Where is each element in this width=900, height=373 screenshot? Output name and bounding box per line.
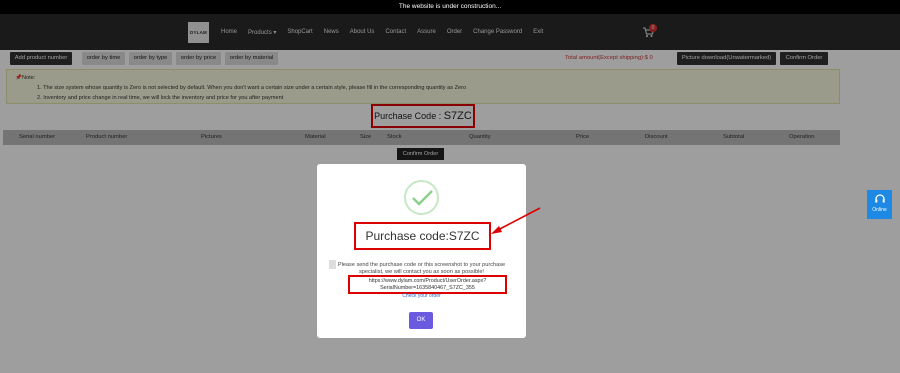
construction-banner: The website is under construction...	[0, 0, 900, 14]
online-support-button[interactable]: Online	[867, 190, 892, 219]
order-url[interactable]: https://www.dylam.com/Product/UserOrder.…	[350, 278, 505, 291]
success-check-icon	[404, 180, 439, 215]
ok-button[interactable]: OK	[409, 312, 433, 329]
online-label: Online	[872, 207, 887, 213]
order-url-box: https://www.dylam.com/Product/UserOrder.…	[348, 275, 507, 294]
modal-message: Please send the purchase code or this sc…	[337, 262, 506, 275]
modal-purchase-code: Purchase code:S7ZC	[365, 229, 480, 243]
order-url-line-1: https://www.dylam.com/Product/UserOrder.…	[368, 278, 487, 284]
check-order-link[interactable]: Check your order	[317, 293, 526, 299]
order-confirmation-modal: Purchase code:S7ZC Please send the purch…	[317, 164, 526, 338]
headset-icon	[874, 194, 885, 203]
order-url-line-2: SerialNumber=1635840467_S7ZC_355	[380, 284, 475, 291]
modal-purchase-code-box: Purchase code:S7ZC	[354, 222, 491, 250]
